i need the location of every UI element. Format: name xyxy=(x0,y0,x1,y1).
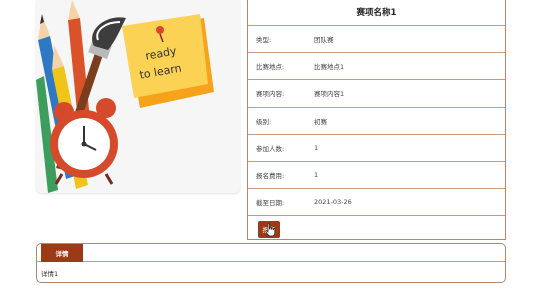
info-label: 比赛地点: xyxy=(256,63,285,72)
event-info-table: 赛项名称1 类型: 团队赛 比赛地点: 比赛地点1 赛项内容: 赛项内容1 级别… xyxy=(247,0,506,240)
info-label: 类型: xyxy=(256,36,272,45)
info-footer: 报名 xyxy=(248,216,505,242)
info-value: 赛项内容1 xyxy=(314,90,345,99)
info-value: 1 xyxy=(314,171,319,180)
info-row-deadline: 截至日期: 2021-03-26 xyxy=(248,189,505,217)
info-label: 参加人数: xyxy=(256,144,285,153)
info-label: 截至日期: xyxy=(256,199,285,208)
info-label: 赛项内容: xyxy=(256,90,285,99)
info-value: 团队赛 xyxy=(314,36,334,45)
info-row-content: 赛项内容: 赛项内容1 xyxy=(248,80,505,108)
hand-pointer-icon xyxy=(265,223,276,237)
info-label: 级别: xyxy=(256,117,272,126)
info-value: 2021-03-26 xyxy=(314,198,352,207)
details-tab-bar: 详情 xyxy=(37,244,505,262)
info-row-fee: 报名费用: 1 xyxy=(248,162,505,190)
info-value: 初赛 xyxy=(314,117,327,126)
sticky-note-illustration: ready to learn xyxy=(122,14,214,108)
info-value: 1 xyxy=(314,143,319,152)
info-label: 报名费用: xyxy=(256,172,285,181)
details-content: 详情1 xyxy=(41,270,59,278)
info-row-level: 级别: 初赛 xyxy=(248,108,505,135)
join-button[interactable]: 报名 xyxy=(258,220,280,238)
event-image: ready to learn xyxy=(36,0,240,193)
info-row-location: 比赛地点: 比赛地点1 xyxy=(248,53,505,81)
info-value: 比赛地点1 xyxy=(314,63,345,72)
details-panel: 详情 详情1 xyxy=(36,243,506,283)
tab-details[interactable]: 详情 xyxy=(41,244,83,262)
event-title: 赛项名称1 xyxy=(248,0,505,26)
info-row-participants: 参加人数: 1 xyxy=(248,135,505,162)
info-row-type: 类型: 团队赛 xyxy=(248,26,505,54)
